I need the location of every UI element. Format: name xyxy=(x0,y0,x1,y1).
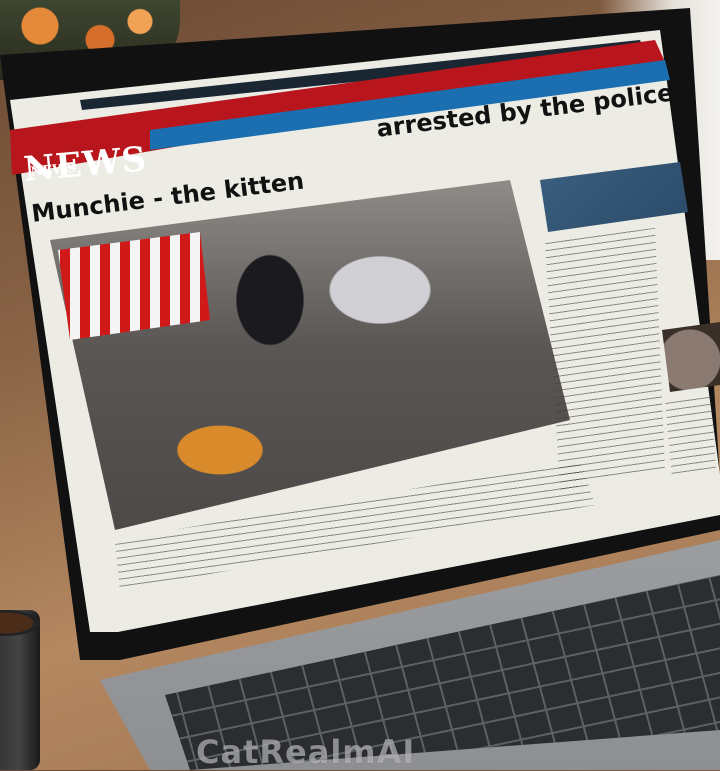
laptop: NEWS NEWS arrested by the police Munchie… xyxy=(0,0,720,770)
watermark: CatRealmAI xyxy=(196,733,416,771)
